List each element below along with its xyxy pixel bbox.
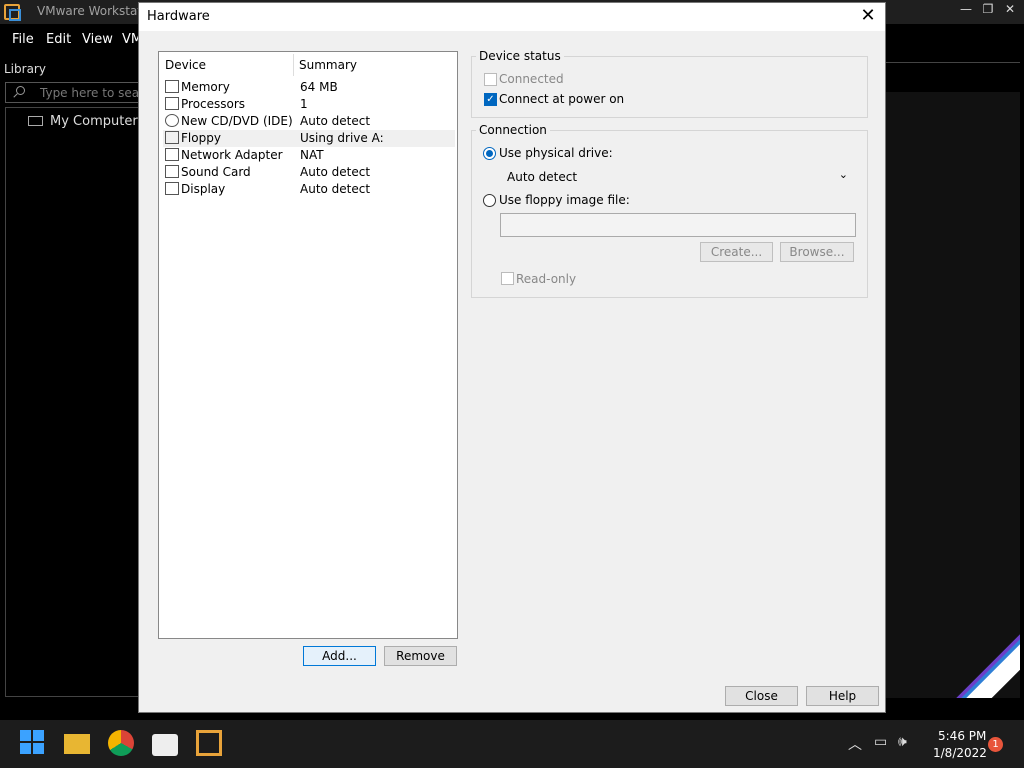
device-name: New CD/DVD (IDE) <box>181 114 293 128</box>
use-floppy-image-radio[interactable] <box>483 194 496 207</box>
connection-legend: Connection <box>476 123 550 137</box>
remove-button[interactable]: Remove <box>384 646 457 666</box>
processor-icon <box>165 97 179 110</box>
device-row-processors[interactable]: Processors 1 <box>163 96 455 113</box>
device-name: Sound Card <box>181 165 251 179</box>
device-row-floppy[interactable]: Floppy Using drive A: <box>163 130 455 147</box>
taskbar: ︿ ▭ 🕪 5:46 PM 1/8/2022 1 <box>0 720 1024 768</box>
menu-file[interactable]: File <box>12 32 34 47</box>
device-status-group: Device status Connected ✓ Connect at pow… <box>471 49 868 118</box>
network-adapter-icon <box>165 148 179 161</box>
dialog-title: Hardware <box>147 9 210 24</box>
cd-dvd-icon <box>165 114 179 127</box>
device-row-sound-card[interactable]: Sound Card Auto detect <box>163 164 455 181</box>
device-summary: Using drive A: <box>300 131 384 145</box>
device-status-legend: Device status <box>476 49 564 63</box>
floppy-image-path-input[interactable] <box>500 213 856 237</box>
device-list: Device Summary Memory 64 MB Processors 1… <box>158 51 458 639</box>
clock-date[interactable]: 1/8/2022 <box>933 746 987 760</box>
connect-at-power-on-label: Connect at power on <box>499 92 625 106</box>
column-separator <box>293 54 294 76</box>
create-button[interactable]: Create... <box>700 242 773 262</box>
vm-tab-strip <box>886 62 1020 88</box>
dialog-titlebar: Hardware ✕ <box>139 3 885 31</box>
help-button[interactable]: Help <box>806 686 879 706</box>
column-header-summary[interactable]: Summary <box>299 58 357 72</box>
menu-view[interactable]: View <box>82 32 113 47</box>
file-explorer-icon[interactable] <box>64 734 90 754</box>
chevron-down-icon: ⌄ <box>838 168 848 181</box>
library-search-input[interactable]: Type here to search <box>5 82 158 103</box>
close-button[interactable]: Close <box>725 686 798 706</box>
device-name: Network Adapter <box>181 148 283 162</box>
device-name: Floppy <box>181 131 221 145</box>
device-summary: 1 <box>300 97 308 111</box>
device-summary: Auto detect <box>300 182 371 196</box>
physical-drive-value: Auto detect <box>507 170 578 184</box>
vm-home-panel <box>886 92 1020 698</box>
device-row-network-adapter[interactable]: Network Adapter NAT <box>163 147 455 164</box>
device-name: Display <box>181 182 226 196</box>
network-icon[interactable]: ▭ <box>874 734 887 750</box>
device-row-memory[interactable]: Memory 64 MB <box>163 79 455 96</box>
physical-drive-select[interactable]: Auto detect ⌄ <box>497 166 854 188</box>
search-icon <box>16 86 25 95</box>
menu-edit[interactable]: Edit <box>46 32 71 47</box>
vmware-window-title: VMware Workstatio <box>37 4 153 18</box>
floppy-icon <box>165 131 179 144</box>
close-window-icon[interactable]: ✕ <box>1000 2 1020 20</box>
browse-button[interactable]: Browse... <box>780 242 854 262</box>
start-icon[interactable] <box>20 730 46 756</box>
chrome-icon[interactable] <box>108 730 134 756</box>
volume-icon[interactable]: 🕪 <box>898 734 907 750</box>
use-physical-drive-radio[interactable] <box>483 147 496 160</box>
device-summary: NAT <box>300 148 324 162</box>
library-tree: My Computer <box>5 107 141 697</box>
device-row-display[interactable]: Display Auto detect <box>163 181 455 198</box>
device-name: Processors <box>181 97 246 111</box>
restore-icon[interactable]: ❐ <box>978 2 998 20</box>
hardware-dialog: Hardware ✕ Device Summary Memory 64 MB P… <box>138 2 886 713</box>
sound-card-icon <box>165 165 179 178</box>
device-name: Memory <box>181 80 230 94</box>
clock-time[interactable]: 5:46 PM <box>938 729 986 743</box>
connected-label: Connected <box>499 72 564 86</box>
chevron-up-icon[interactable]: ︿ <box>848 734 862 754</box>
device-summary: Auto detect <box>300 114 371 128</box>
read-only-checkbox[interactable] <box>501 272 514 285</box>
connected-checkbox[interactable] <box>484 73 497 86</box>
add-button[interactable]: Add... <box>303 646 376 666</box>
computer-icon <box>28 116 43 126</box>
device-row-cd-dvd[interactable]: New CD/DVD (IDE) Auto detect <box>163 113 455 130</box>
device-summary: 64 MB <box>300 80 338 94</box>
close-icon[interactable]: ✕ <box>857 6 879 28</box>
use-physical-drive-label: Use physical drive: <box>499 146 613 160</box>
notification-badge[interactable]: 1 <box>988 737 1003 752</box>
minimize-icon[interactable]: — <box>956 2 976 20</box>
vmware-logo-icon <box>4 4 21 21</box>
vmware-menubar: File Edit View VM <box>0 28 142 52</box>
read-only-label: Read-only <box>516 272 577 286</box>
memory-icon <box>165 80 179 93</box>
device-summary: Auto detect <box>300 165 371 179</box>
column-header-device[interactable]: Device <box>165 58 206 72</box>
display-icon <box>165 182 179 195</box>
library-label: Library <box>4 62 46 76</box>
tree-item-my-computer[interactable]: My Computer <box>50 114 138 129</box>
use-floppy-image-label: Use floppy image file: <box>499 193 630 207</box>
vmware-taskbar-icon[interactable] <box>196 730 222 756</box>
microsoft-store-icon[interactable] <box>152 734 178 756</box>
connect-at-power-on-checkbox[interactable]: ✓ <box>484 93 497 106</box>
